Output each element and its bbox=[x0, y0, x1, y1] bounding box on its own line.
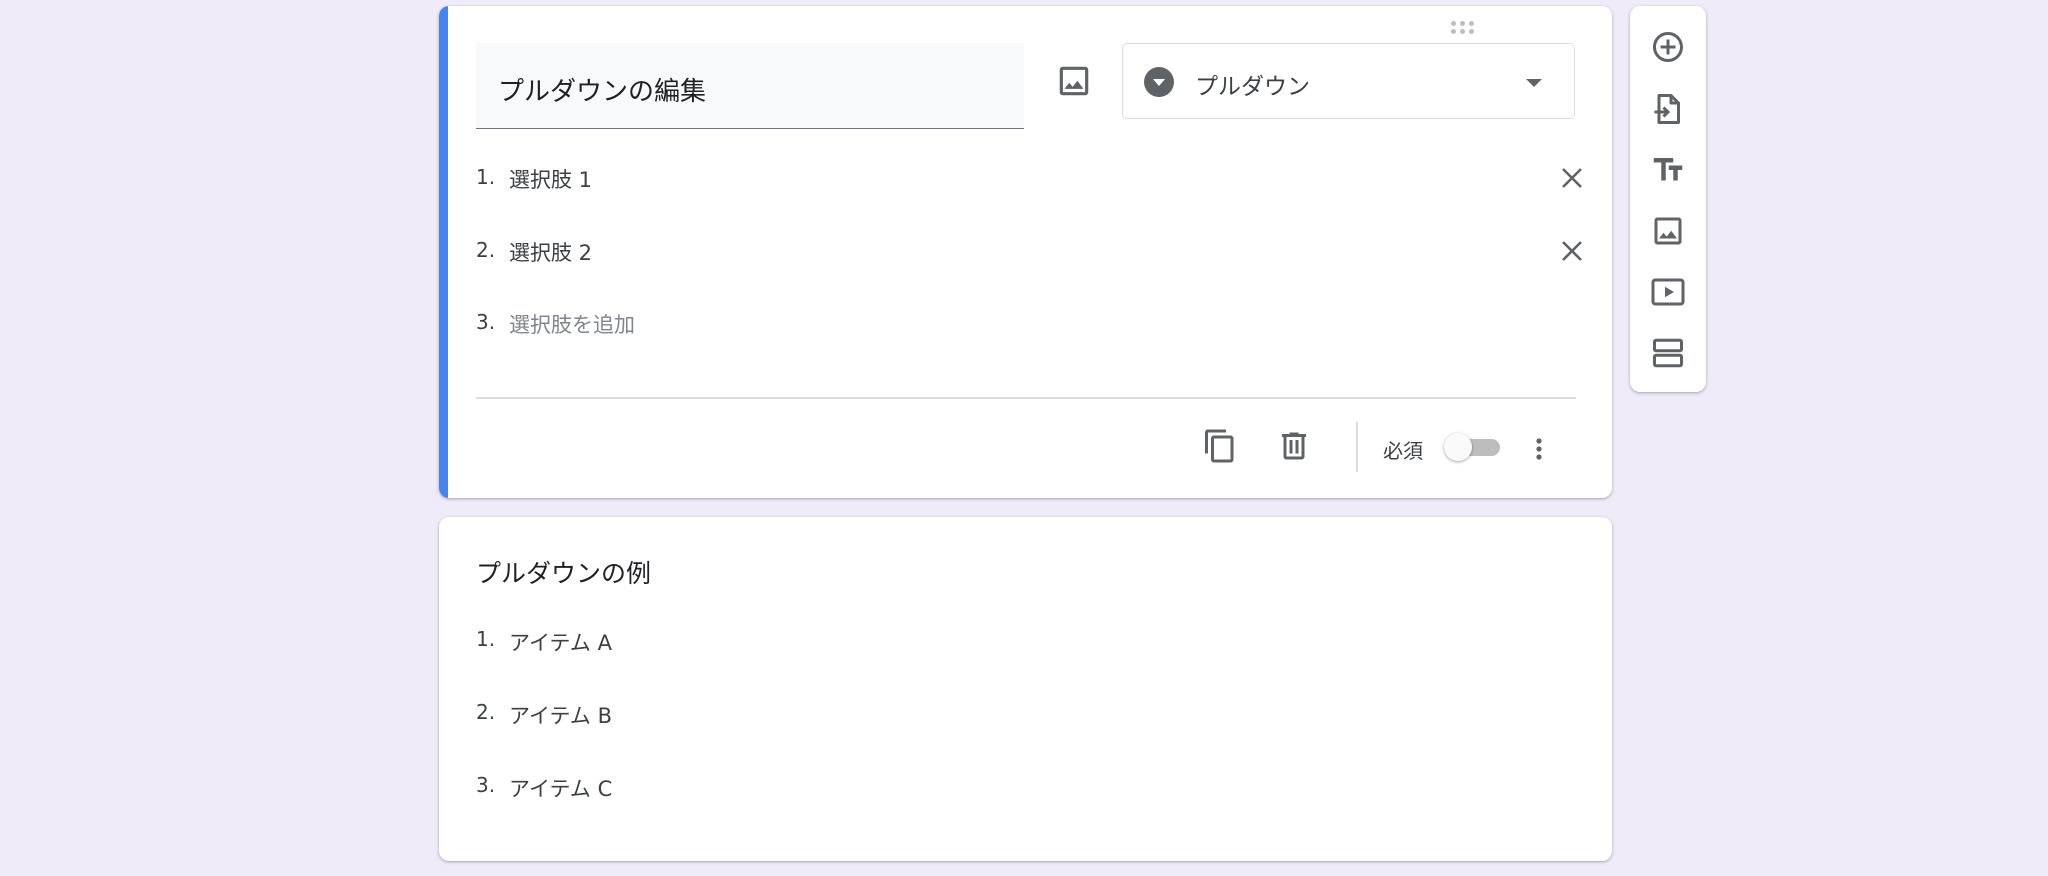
close-icon[interactable] bbox=[1557, 236, 1587, 266]
question-title-text: プルダウンの編集 bbox=[498, 77, 707, 107]
more-vert-icon[interactable] bbox=[1524, 434, 1554, 464]
option-row[interactable]: 2. 選択肢 2 bbox=[476, 230, 1582, 270]
item-number: 2. bbox=[476, 700, 496, 724]
add-image-icon[interactable] bbox=[1650, 213, 1686, 249]
option-number: 2. bbox=[476, 238, 496, 262]
required-label: 必須 bbox=[1383, 439, 1423, 463]
close-icon[interactable] bbox=[1557, 163, 1587, 193]
item-number: 3. bbox=[476, 773, 496, 797]
add-video-icon[interactable] bbox=[1650, 274, 1686, 310]
delete-icon[interactable] bbox=[1276, 428, 1312, 464]
question-type-label: プルダウン bbox=[1195, 74, 1310, 100]
option-row[interactable]: 1. 選択肢 1 bbox=[476, 157, 1582, 197]
add-section-icon[interactable] bbox=[1650, 335, 1686, 371]
option-label[interactable]: 選択肢 1 bbox=[509, 164, 592, 194]
active-accent-bar bbox=[439, 6, 448, 498]
footer-divider bbox=[476, 397, 1576, 399]
option-label[interactable]: 選択肢 2 bbox=[509, 237, 592, 267]
drag-handle-icon[interactable] bbox=[1451, 21, 1479, 37]
footer-separator bbox=[1356, 422, 1358, 472]
copy-icon[interactable] bbox=[1202, 428, 1238, 464]
option-number: 1. bbox=[476, 165, 496, 189]
add-option-input[interactable]: 選択肢を追加 bbox=[509, 309, 635, 339]
required-toggle[interactable] bbox=[1444, 433, 1500, 461]
add-image-icon[interactable] bbox=[1055, 62, 1093, 100]
item-number: 1. bbox=[476, 627, 496, 651]
chevron-down-icon bbox=[1526, 79, 1542, 87]
add-title-icon[interactable] bbox=[1650, 152, 1686, 188]
import-questions-icon[interactable] bbox=[1650, 91, 1686, 127]
example-question-card[interactable]: プルダウンの例 1. アイテム A 2. アイテム B 3. アイテム C bbox=[439, 517, 1612, 861]
side-toolbar bbox=[1630, 6, 1706, 392]
add-option-row[interactable]: 3. 選択肢を追加 bbox=[476, 302, 1576, 342]
example-title: プルダウンの例 bbox=[476, 559, 652, 588]
option-number: 3. bbox=[476, 310, 496, 334]
dropdown-type-icon bbox=[1144, 67, 1174, 97]
question-type-select[interactable]: プルダウン bbox=[1122, 43, 1575, 119]
question-card[interactable]: プルダウンの編集 プルダウン 1. 選択肢 1 2. 選択肢 2 3. 選択肢を… bbox=[439, 6, 1612, 498]
add-question-icon[interactable] bbox=[1650, 29, 1686, 65]
question-title-input[interactable]: プルダウンの編集 bbox=[476, 43, 1024, 129]
item-label: アイテム A bbox=[509, 631, 612, 655]
item-label: アイテム C bbox=[509, 777, 613, 801]
item-label: アイテム B bbox=[509, 704, 612, 728]
